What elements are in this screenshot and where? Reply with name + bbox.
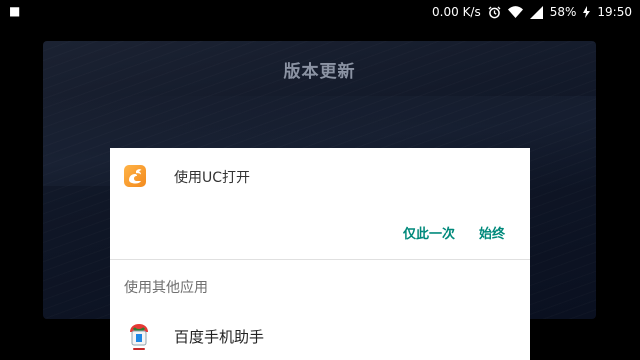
screen: ■ 0.00 K/s 58% 19:50 版本更新 使用UC打开 仅此一次 始终…	[0, 0, 640, 360]
status-icons: 0.00 K/s 58% 19:50	[432, 0, 632, 24]
network-speed: 0.00 K/s	[432, 5, 481, 19]
bolt-icon	[583, 6, 591, 18]
primary-app-row[interactable]: 使用UC打开	[110, 148, 530, 208]
open-with-chooser: 使用UC打开 仅此一次 始终 使用其他应用 百度手机助手	[110, 148, 530, 360]
clock: 19:50	[597, 5, 632, 19]
just-once-button[interactable]: 仅此一次	[403, 223, 455, 242]
app-list-item[interactable]: 百度手机助手	[110, 314, 530, 360]
wifi-icon	[507, 6, 523, 18]
alarm-icon	[488, 6, 501, 19]
status-bar: ■ 0.00 K/s 58% 19:50	[0, 0, 640, 24]
always-button[interactable]: 始终	[479, 223, 505, 242]
battery-percent: 58%	[549, 5, 577, 19]
uc-browser-icon	[124, 165, 146, 187]
other-apps-heading: 使用其他应用	[124, 280, 208, 296]
notification-icon: ■	[9, 4, 21, 18]
baidu-assistant-icon	[128, 322, 150, 352]
divider	[110, 259, 530, 260]
app-name: 百度手机助手	[174, 328, 265, 346]
primary-app-label: 使用UC打开	[174, 170, 251, 186]
update-dialog-title: 版本更新	[283, 62, 356, 82]
signal-icon	[529, 5, 543, 19]
chooser-actions: 仅此一次 始终	[110, 208, 530, 259]
